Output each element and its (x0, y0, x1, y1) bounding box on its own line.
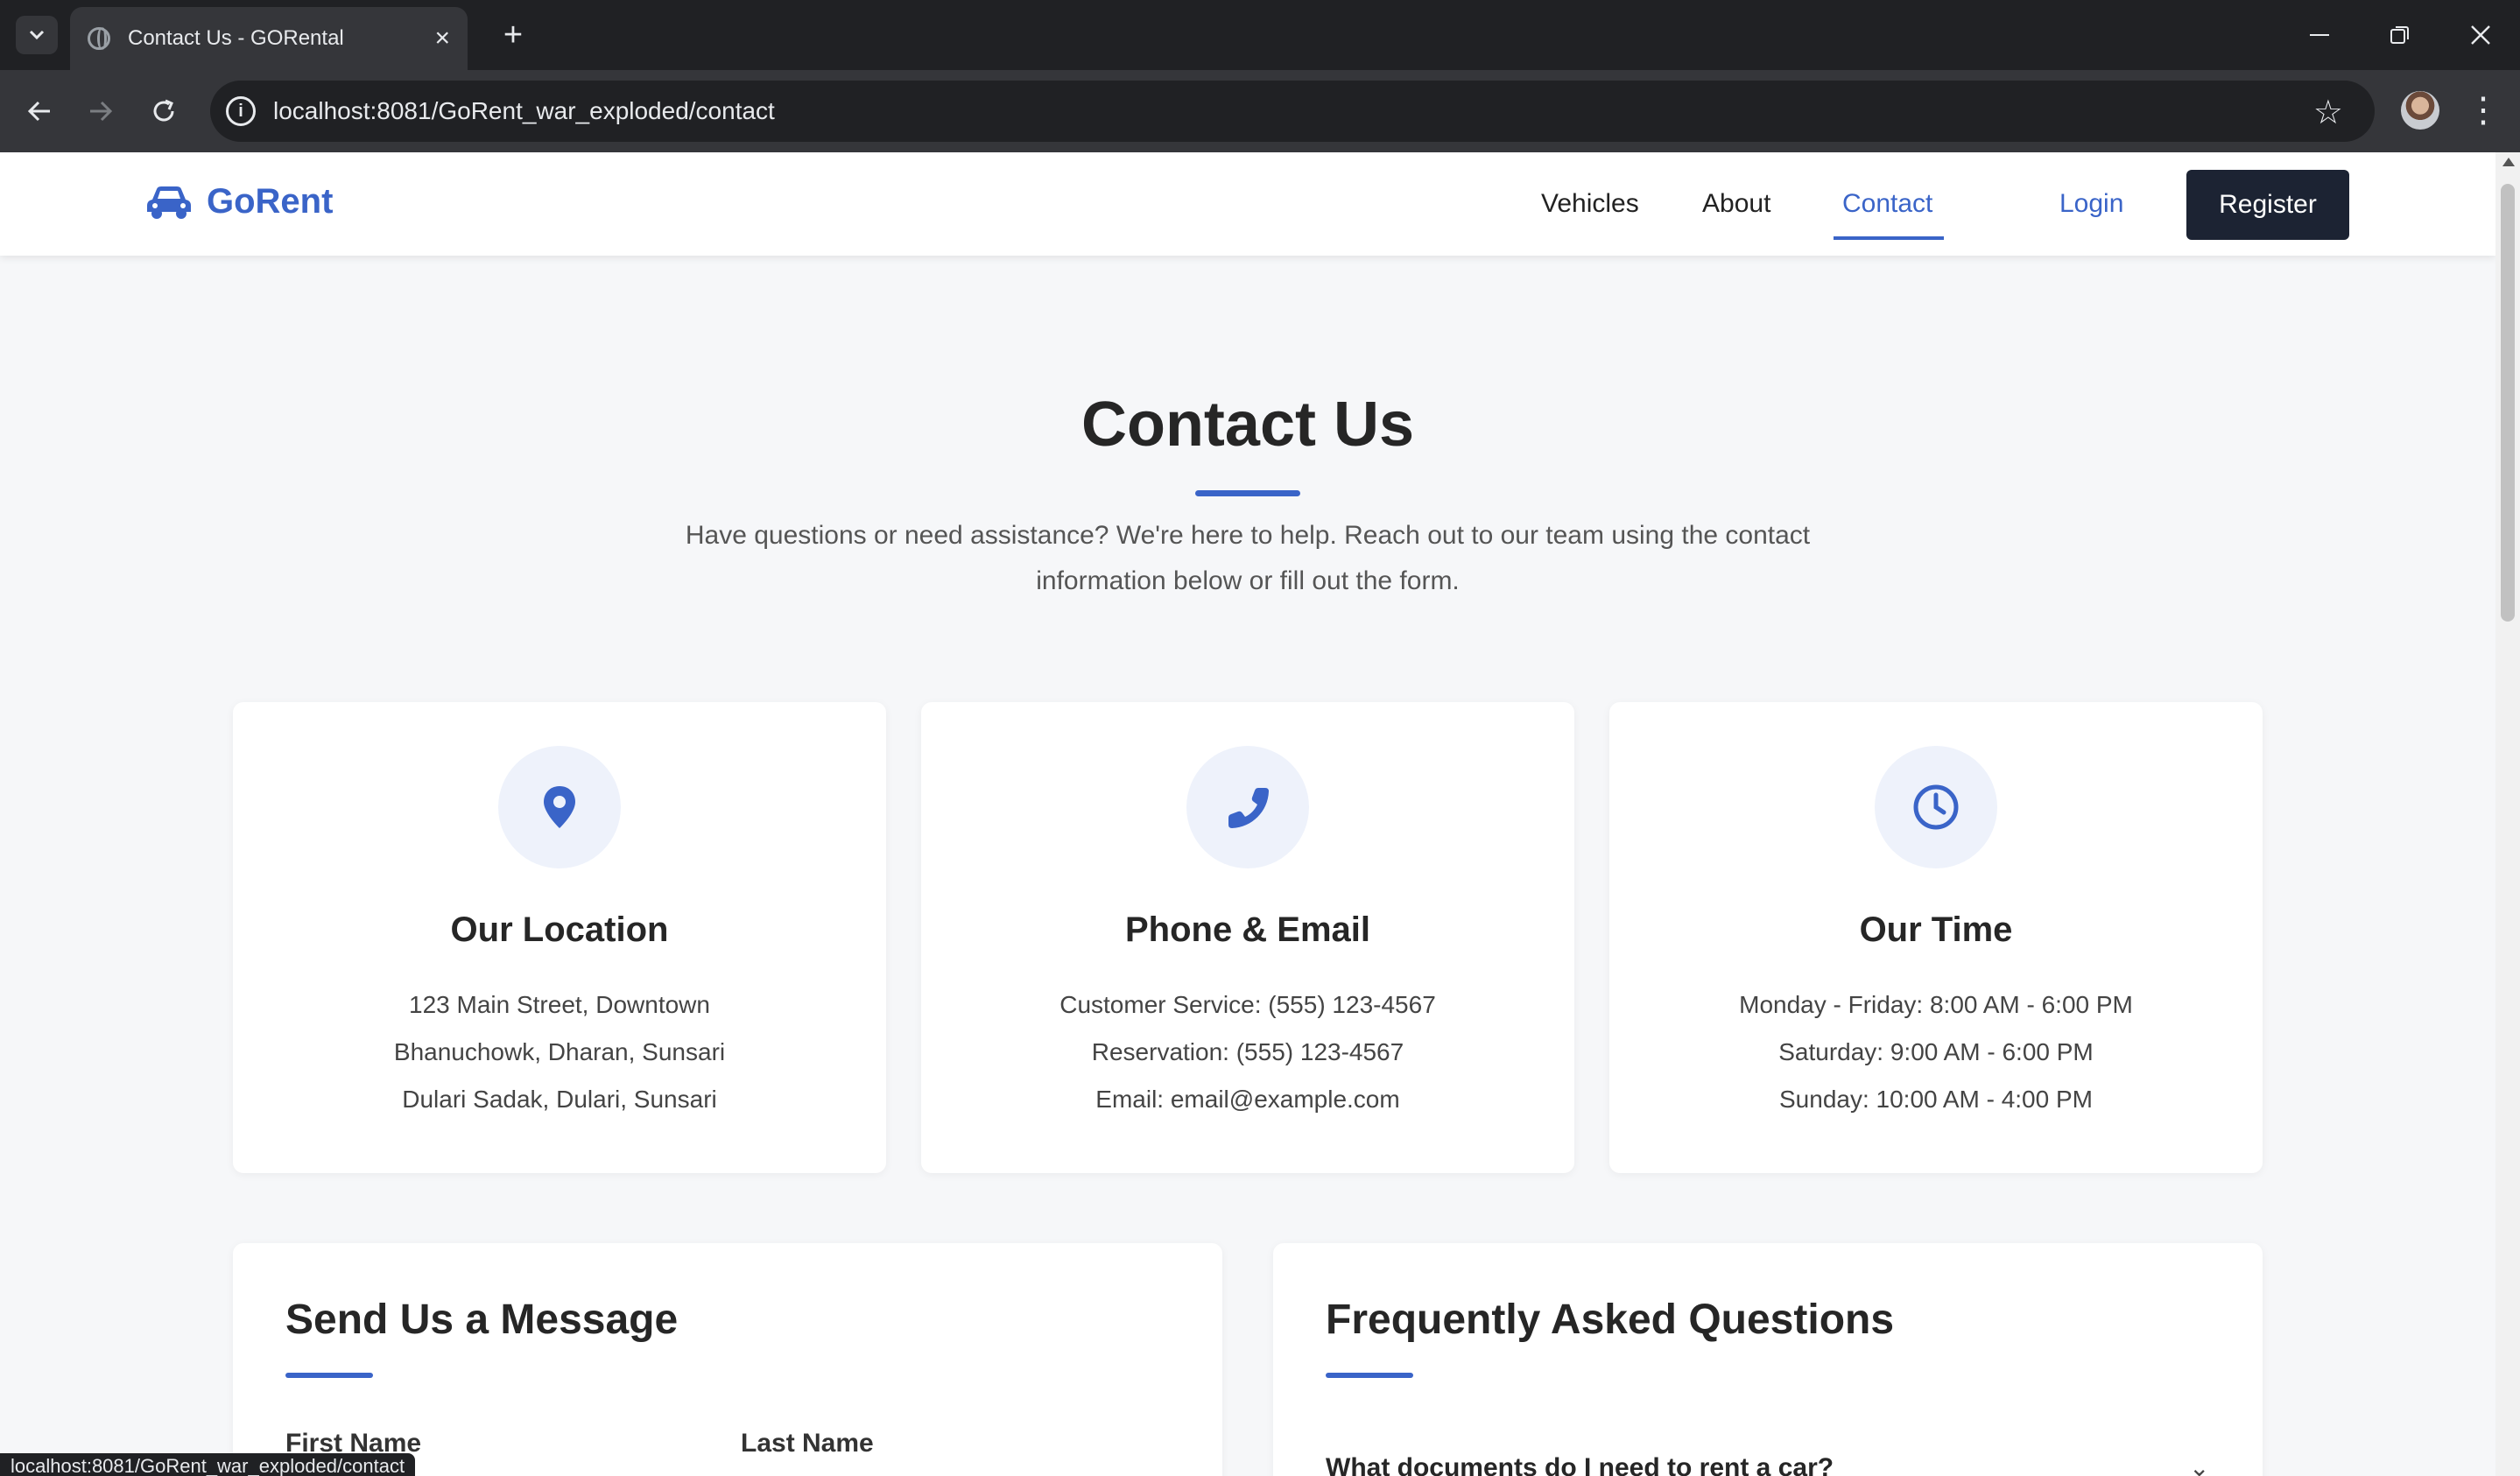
site-header: GoRent Vehicles About Contact Login Regi… (0, 152, 2495, 256)
brand-logo-link[interactable]: GoRent (145, 182, 333, 221)
card-title: Our Location (450, 910, 669, 949)
tab-close-icon[interactable]: × (434, 25, 450, 52)
map-pin-icon (498, 746, 621, 868)
arrow-right-icon (90, 101, 113, 122)
card-title: Our Time (1859, 910, 2013, 949)
brand-name: GoRent (207, 182, 334, 221)
chevron-down-icon[interactable]: ⌄ (2189, 1453, 2209, 1476)
chevron-down-icon (29, 30, 45, 40)
minimize-icon (2310, 34, 2329, 36)
profile-avatar[interactable] (2401, 91, 2439, 130)
title-underline (1195, 490, 1300, 496)
intro-text: Have questions or need assistance? We're… (630, 513, 1865, 604)
site-info-icon[interactable]: i (226, 96, 256, 126)
bookmark-star-icon[interactable]: ☆ (2313, 93, 2343, 132)
back-button[interactable] (19, 91, 60, 131)
page-title: Contact Us (1081, 390, 1415, 460)
url-text[interactable]: localhost:8081/GoRent_war_exploded/conta… (273, 97, 775, 125)
tab-title: Contact Us - GORental (128, 26, 344, 50)
card-title: Phone & Email (1124, 910, 1371, 949)
card-line: Email: email@example.com (1095, 1086, 1400, 1113)
card-line: Dulari Sadak, Dulari, Sunsari (402, 1086, 717, 1113)
card-line: Customer Service: (555) 123-4567 (1059, 991, 1436, 1018)
nav-vehicles[interactable]: Vehicles (1541, 189, 1639, 219)
phone-icon (1186, 746, 1309, 868)
location-card: Our Location 123 Main Street, Downtown B… (233, 702, 886, 1173)
card-line: Sunday: 10:00 AM - 4:00 PM (1779, 1086, 2093, 1113)
page-viewport: GoRent Vehicles About Contact Login Regi… (0, 152, 2495, 1476)
register-button[interactable]: Register (2186, 170, 2349, 240)
card-line: Saturday: 9:00 AM - 6:00 PM (1778, 1038, 2094, 1065)
last-name-label: Last Name (741, 1429, 874, 1458)
clock-icon (1875, 746, 1997, 868)
reload-icon (153, 99, 174, 122)
message-form-underline (285, 1373, 373, 1378)
new-tab-button[interactable]: + (494, 16, 532, 54)
phone-email-card: Phone & Email Customer Service: (555) 12… (921, 702, 1574, 1173)
nav-contact[interactable]: Contact (1842, 189, 1932, 219)
card-line: 123 Main Street, Downtown (409, 991, 710, 1018)
close-icon (2471, 25, 2490, 45)
close-window-button[interactable] (2441, 9, 2520, 61)
status-url-bubble: localhost:8081/GoRent_war_exploded/conta… (0, 1453, 416, 1476)
hours-card: Our Time Monday - Friday: 8:00 AM - 6:00… (1609, 702, 2263, 1173)
nav-about[interactable]: About (1702, 189, 1770, 219)
arrow-left-icon (27, 101, 50, 122)
faq-title: Frequently Asked Questions (1326, 1297, 1895, 1343)
browser-toolbar: i localhost:8081/GoRent_war_exploded/con… (0, 70, 2520, 152)
restore-icon (2390, 26, 2409, 44)
intro-line-1: Have questions or need assistance? We're… (685, 521, 1811, 550)
intro-line-2: information below or fill out the form. (1036, 566, 1460, 595)
login-link[interactable]: Login (2059, 189, 2123, 219)
card-line: Bhanuchowk, Dharan, Sunsari (393, 1038, 726, 1065)
nav-active-indicator (1834, 236, 1944, 240)
restore-button[interactable] (2361, 9, 2439, 61)
forward-button[interactable] (81, 91, 121, 131)
card-line: Reservation: (555) 123-4567 (1091, 1038, 1404, 1065)
globe-icon (88, 27, 110, 50)
message-form-panel: Send Us a Message First Name Last Name (233, 1243, 1222, 1476)
scroll-up-arrow-icon[interactable] (2502, 158, 2515, 166)
reload-button[interactable] (144, 91, 184, 131)
faq-question[interactable]: What documents do I need to rent a car? (1326, 1453, 1834, 1476)
minimize-button[interactable] (2280, 9, 2359, 61)
card-line: Monday - Friday: 8:00 AM - 6:00 PM (1739, 991, 2133, 1018)
browser-tab-active[interactable]: Contact Us - GORental × (70, 7, 468, 70)
scroll-thumb[interactable] (2501, 184, 2515, 622)
browser-menu-icon[interactable]: ⋮ (2466, 86, 2501, 135)
car-icon (147, 186, 191, 219)
faq-underline (1326, 1373, 1413, 1378)
message-form-title: Send Us a Message (285, 1297, 679, 1343)
page-scrollbar[interactable] (2495, 152, 2520, 1476)
browser-tab-bar: Contact Us - GORental × + (0, 0, 2520, 70)
tab-search-button[interactable] (16, 16, 58, 54)
faq-panel: Frequently Asked Questions What document… (1273, 1243, 2263, 1476)
address-bar[interactable]: i localhost:8081/GoRent_war_exploded/con… (210, 81, 2375, 142)
